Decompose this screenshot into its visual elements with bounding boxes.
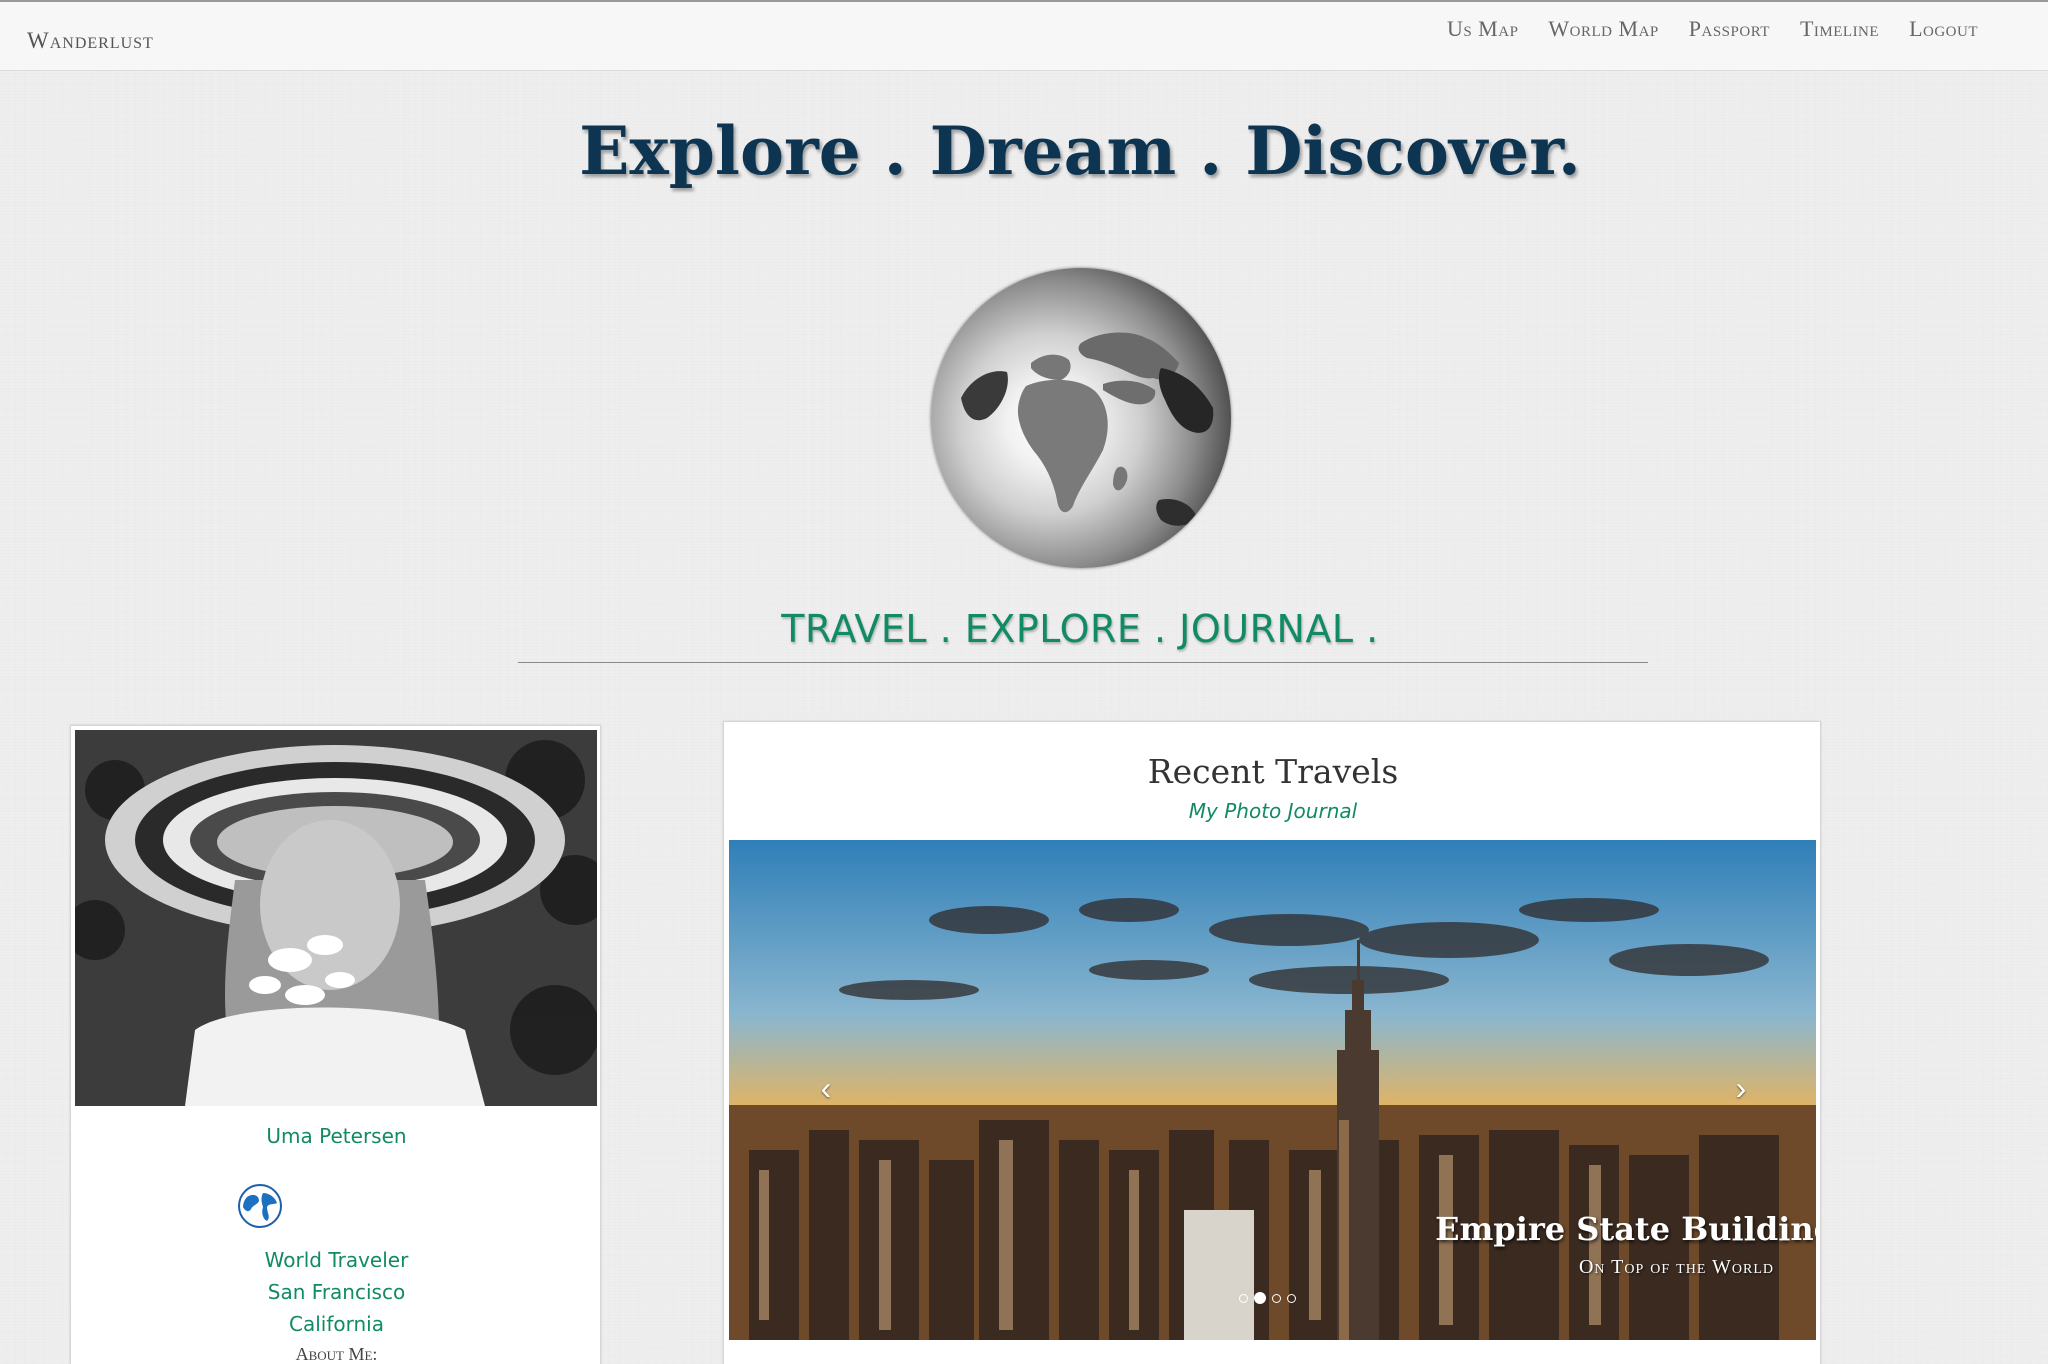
carousel-indicator-3[interactable] xyxy=(1272,1293,1281,1303)
recent-travels-card: Recent Travels My Photo Journal ‹ › Empi… xyxy=(723,721,1821,1364)
nav-logout[interactable]: Logout xyxy=(1909,16,1978,42)
recent-travels-title: Recent Travels xyxy=(1147,752,1399,791)
nav-links: Us Map World Map Passport Timeline Logou… xyxy=(1447,16,1978,42)
hero-title: Explore . Dream . Discover. xyxy=(579,112,1581,190)
profile-name[interactable]: Uma Petersen xyxy=(71,1124,602,1148)
profile-city: San Francisco xyxy=(267,1280,406,1304)
navbar: Wanderlust Us Map World Map Passport Tim… xyxy=(0,0,2048,71)
carousel-indicator-1[interactable] xyxy=(1239,1293,1248,1303)
carousel-indicator-2[interactable] xyxy=(1254,1292,1266,1304)
profile-photo xyxy=(75,730,597,1106)
about-me-label: About Me: xyxy=(295,1344,378,1364)
nav-passport[interactable]: Passport xyxy=(1689,16,1770,42)
carousel-prev-button[interactable]: ‹ xyxy=(811,1070,841,1110)
globe-icon xyxy=(237,1183,283,1229)
section-divider xyxy=(518,662,1648,663)
carousel-indicators xyxy=(1239,1292,1296,1304)
profile-card: Uma Petersen World Traveler San Francisc… xyxy=(70,725,601,1364)
nav-us-map[interactable]: Us Map xyxy=(1447,16,1518,42)
brand-link[interactable]: Wanderlust xyxy=(27,28,154,54)
slide-caption-title: Empire State Building xyxy=(1435,1210,1816,1248)
photo-carousel[interactable]: ‹ › Empire State Building On Top of the … xyxy=(729,840,1816,1340)
carousel-indicator-4[interactable] xyxy=(1287,1293,1296,1303)
tagline: TRAVEL . EXPLORE . JOURNAL . xyxy=(781,607,1379,651)
profile-title: World Traveler xyxy=(264,1248,409,1272)
carousel-next-button[interactable]: › xyxy=(1726,1070,1756,1110)
globe-image xyxy=(931,268,1231,568)
photo-journal-subtitle: My Photo Journal xyxy=(1188,799,1358,823)
nav-timeline[interactable]: Timeline xyxy=(1800,16,1879,42)
nav-world-map[interactable]: World Map xyxy=(1548,16,1658,42)
profile-state: California xyxy=(289,1312,384,1336)
slide-caption-subtitle: On Top of the World xyxy=(1578,1256,1774,1278)
